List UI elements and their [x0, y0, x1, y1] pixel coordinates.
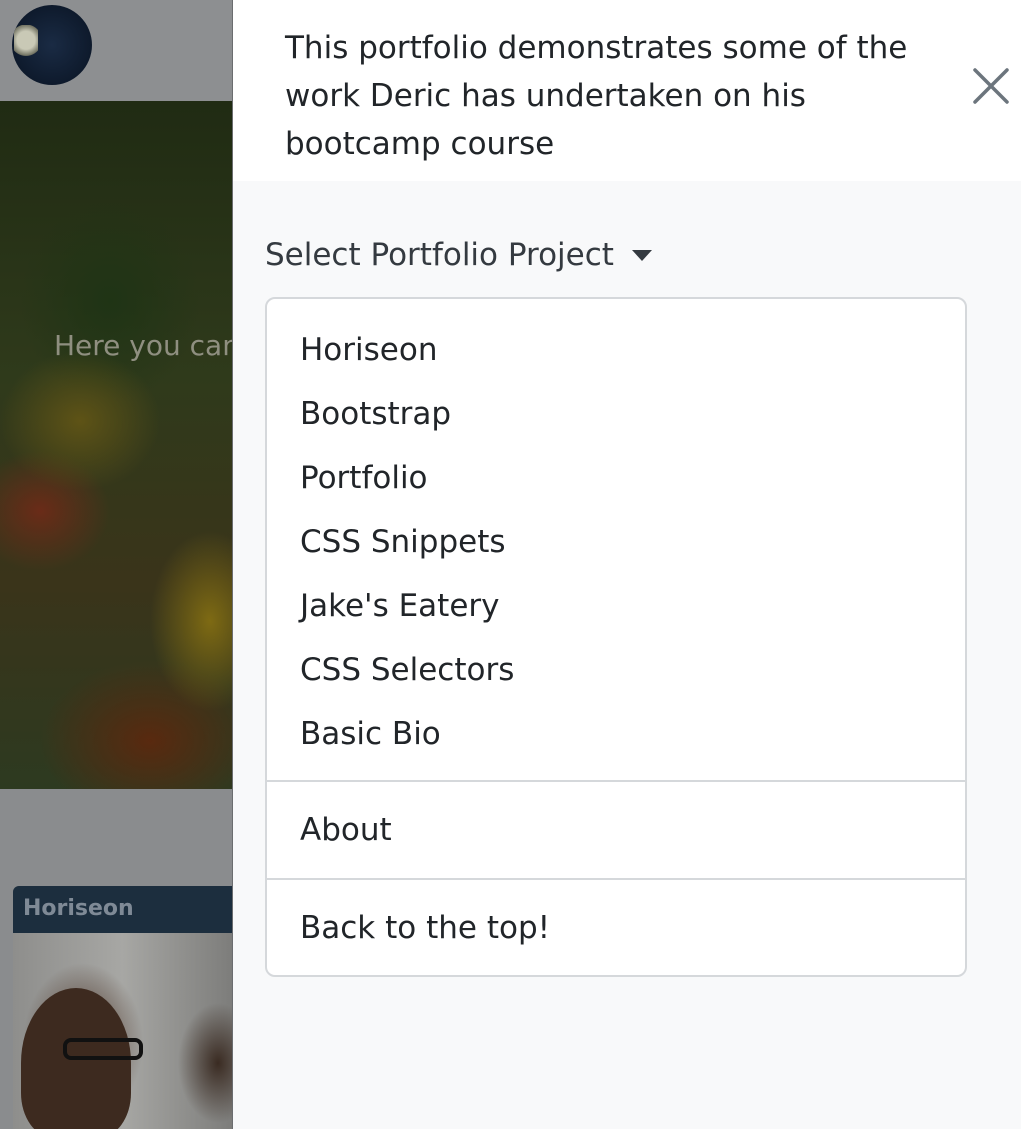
menu-item-back-to-top[interactable]: Back to the top! [267, 896, 965, 960]
menu-item-jakes-eatery[interactable]: Jake's Eatery [267, 574, 965, 638]
dropdown-divider [267, 780, 965, 782]
close-button[interactable] [965, 60, 1017, 112]
hero-text: Here you can [54, 329, 232, 362]
menu-item-css-selectors[interactable]: CSS Selectors [267, 638, 965, 702]
offcanvas-panel: This portfolio demonstrates some of the … [232, 0, 1021, 1129]
menu-item-portfolio[interactable]: Portfolio [267, 446, 965, 510]
menu-item-horiseon[interactable]: Horiseon [267, 318, 965, 382]
dropdown-toggle-label: Select Portfolio Project [265, 237, 614, 273]
select-project-dropdown-toggle[interactable]: Select Portfolio Project [265, 232, 652, 278]
dropdown-divider [267, 878, 965, 880]
project-card-title: Horiseon [13, 886, 232, 933]
project-card-image [13, 933, 232, 1129]
glasses-shape [63, 1038, 143, 1060]
offcanvas-title: This portfolio demonstrates some of the … [285, 30, 908, 162]
offcanvas-header: This portfolio demonstrates some of the … [233, 0, 1021, 181]
hero-banner [0, 101, 232, 789]
menu-item-about[interactable]: About [267, 798, 965, 862]
close-icon [973, 68, 1009, 104]
project-list: Horiseon Bootstrap Portfolio CSS Snippet… [267, 318, 965, 766]
avatar[interactable] [12, 5, 92, 85]
menu-item-css-snippets[interactable]: CSS Snippets [267, 510, 965, 574]
menu-item-bootstrap[interactable]: Bootstrap [267, 382, 965, 446]
menu-item-basic-bio[interactable]: Basic Bio [267, 702, 965, 766]
dropdown-menu: Horiseon Bootstrap Portfolio CSS Snippet… [265, 297, 967, 977]
project-card[interactable]: Horiseon [13, 886, 232, 1129]
caret-down-icon [631, 249, 652, 261]
avatar-figure [14, 25, 38, 63]
